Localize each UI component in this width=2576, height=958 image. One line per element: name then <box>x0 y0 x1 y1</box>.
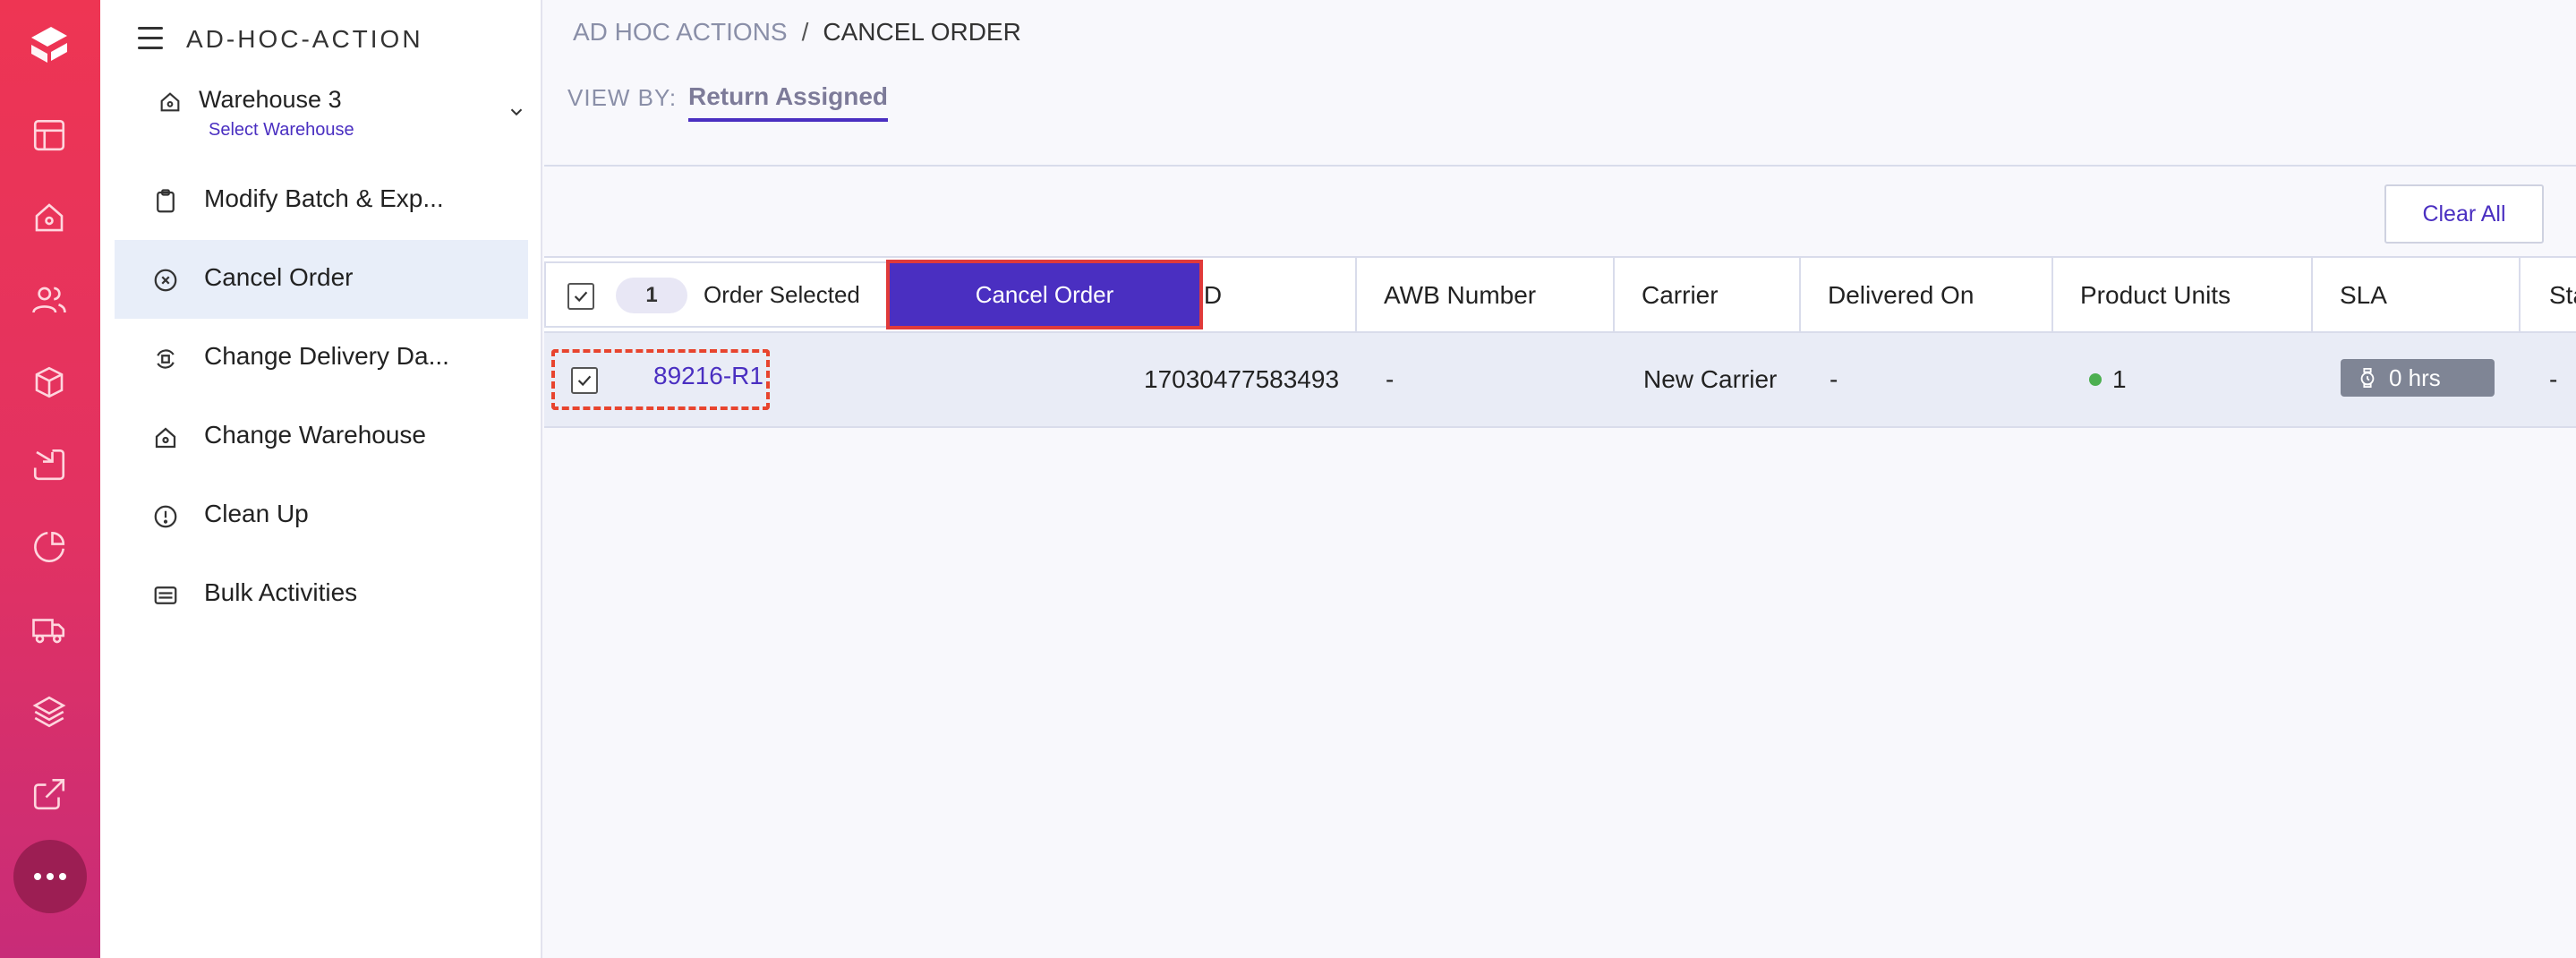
sidebar-item-label: Change Warehouse <box>204 421 427 449</box>
sidebar-item-label: Cancel Order <box>204 263 354 291</box>
chevron-down-icon <box>510 108 523 116</box>
cell-status: - <box>2549 365 2558 393</box>
order-id-link[interactable]: 89216-R1 <box>653 362 763 390</box>
app-rail <box>0 0 100 958</box>
breadcrumb-parent[interactable]: AD HOC ACTIONS <box>573 18 788 46</box>
table-row[interactable]: 17030477583493 - New Carrier - 1 - <box>544 333 2576 428</box>
users-icon[interactable] <box>29 279 70 321</box>
sidebar-item-label: Change Delivery Da... <box>204 342 449 370</box>
cell-tracking-id: 17030477583493 <box>1144 365 1340 393</box>
clipboard-icon <box>157 189 175 213</box>
cell-delivered-on: - <box>1830 365 1838 393</box>
layout-icon[interactable] <box>29 115 70 156</box>
warehouse-icon <box>155 427 176 449</box>
column-header-status[interactable]: Sta <box>2519 258 2576 333</box>
selected-count-badge: 1 <box>616 278 687 313</box>
column-header-delivered-on[interactable]: Delivered On <box>1799 258 2051 333</box>
truck-icon[interactable] <box>29 609 70 650</box>
home-icon[interactable] <box>29 197 70 238</box>
selected-count-label: Order Selected <box>704 281 860 308</box>
watch-icon <box>2360 368 2375 388</box>
hamburger-menu-icon[interactable] <box>138 27 163 50</box>
list-card-icon <box>154 586 177 604</box>
checkmark-icon <box>574 291 588 303</box>
inbound-icon[interactable] <box>29 444 70 485</box>
box-icon[interactable] <box>29 362 70 403</box>
sidebar-item-change-warehouse[interactable]: Change Warehouse <box>115 398 528 476</box>
alert-circle-icon <box>154 505 177 528</box>
header-divider <box>544 165 2576 167</box>
view-by-label: VIEW BY: <box>567 84 678 111</box>
tab-return-assigned[interactable]: Return Assigned <box>688 82 888 122</box>
column-header-sla[interactable]: SLA <box>2311 258 2519 333</box>
status-dot-icon <box>2089 373 2102 386</box>
breadcrumb-current: CANCEL ORDER <box>823 18 1021 46</box>
sidebar-item-change-delivery-date[interactable]: Change Delivery Da... <box>115 319 528 398</box>
sidebar-item-clean-up[interactable]: Clean Up <box>115 476 528 555</box>
clear-all-button[interactable]: Clear All <box>2384 184 2544 244</box>
breadcrumb: AD HOC ACTIONS / CANCEL ORDER <box>573 18 1021 47</box>
cell-awb-number: - <box>1386 365 1395 393</box>
warehouse-home-icon <box>160 92 180 112</box>
warehouse-name: Warehouse 3 <box>199 86 342 113</box>
secondary-sidebar: AD-HOC-ACTION Warehouse 3 Select Warehou… <box>100 0 542 958</box>
warehouse-selector[interactable]: Warehouse 3 Select Warehouse <box>154 84 530 147</box>
column-header-carrier[interactable]: Carrier <box>1613 258 1799 333</box>
sidebar-item-label: Modify Batch & Exp... <box>204 184 444 212</box>
sidebar-item-cancel-order[interactable]: Cancel Order <box>115 240 528 319</box>
cancel-circle-icon <box>154 269 177 292</box>
column-header-awb-number[interactable]: AWB Number <box>1355 258 1613 333</box>
column-header-product-units[interactable]: Product Units <box>2051 258 2311 333</box>
external-link-icon[interactable] <box>29 774 70 815</box>
app-title: AD-HOC-ACTION <box>186 25 423 53</box>
more-icon[interactable] <box>13 840 87 913</box>
product-units-value: 1 <box>2112 365 2127 393</box>
sidebar-item-label: Clean Up <box>204 500 309 527</box>
cell-product-units: 1 <box>2089 333 2127 426</box>
cancel-order-button[interactable]: Cancel Order <box>886 260 1203 329</box>
sidebar-item-bulk-activities[interactable]: Bulk Activities <box>115 555 528 634</box>
layers-icon[interactable] <box>29 691 70 732</box>
sidebar-item-modify-batch[interactable]: Modify Batch & Exp... <box>115 161 528 240</box>
delivery-change-icon <box>157 349 175 369</box>
cell-carrier: New Carrier <box>1643 365 1778 393</box>
pie-chart-icon[interactable] <box>29 526 70 568</box>
sla-value: 0 hrs <box>2389 364 2441 391</box>
breadcrumb-separator: / <box>801 18 809 46</box>
brand-logo-icon[interactable] <box>24 20 74 70</box>
sidebar-item-label: Bulk Activities <box>204 578 358 606</box>
select-all-checkbox[interactable] <box>567 283 594 310</box>
warehouse-sub-label: Select Warehouse <box>209 120 354 140</box>
sla-badge: 0 hrs <box>2341 359 2495 397</box>
